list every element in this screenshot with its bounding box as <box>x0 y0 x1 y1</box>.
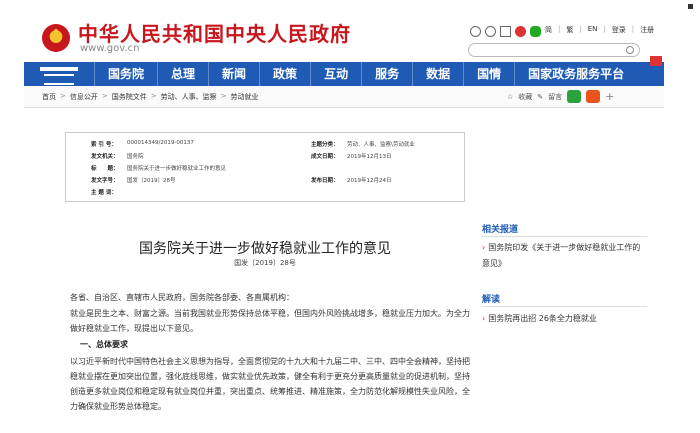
site-header: 中华人民共和国中央人民政府 www.gov.cn 简 | 繁 | EN | 登录… <box>0 0 700 62</box>
nav-item-interaction[interactable]: 互动 <box>310 62 361 86</box>
info-row-written-date: 成文日期： 2019年12月13日 <box>311 154 392 160</box>
wechat-icon[interactable] <box>530 26 541 37</box>
doc-number: 国发〔2019〕28号 <box>234 259 296 267</box>
lang-link-traditional[interactable]: 繁 <box>566 25 573 35</box>
main-nav: 国务院 总理 新闻 政策 互动 服务 数据 国情 国家政务服务平台 <box>24 62 664 86</box>
collect-button[interactable]: 收藏 <box>518 92 532 102</box>
related-report-item[interactable]: › 国务院印发《关于进一步做好稳就业工作的意见》 <box>482 240 647 272</box>
site-url: www.gov.cn <box>80 43 140 54</box>
breadcrumb-home[interactable]: 首页 <box>42 92 56 102</box>
star-icon[interactable]: ☆ <box>507 93 513 101</box>
weibo-icon[interactable] <box>515 26 526 37</box>
breadcrumb-documents[interactable]: 国务院文件 <box>112 92 147 102</box>
article-paragraph-1: 就业是民生之本、财富之源。当前我国就业形势保持总体平稳，但国内外风险挑战增多，稳… <box>70 309 470 333</box>
bullet-icon: › <box>482 314 486 323</box>
scroll-marker <box>688 4 693 9</box>
breadcrumb-info-public[interactable]: 信息公开 <box>70 92 98 102</box>
nav-item-service[interactable]: 服务 <box>361 62 412 86</box>
interpretation-item[interactable]: › 国务院再出招 26条全力稳就业 <box>482 311 647 327</box>
info-row-doc-number: 发文字号： 国发〔2019〕28号 <box>91 178 176 184</box>
share-weibo-icon[interactable] <box>586 90 601 103</box>
top-icon-group <box>470 26 541 37</box>
divider <box>482 236 647 237</box>
related-reports-title: 相关报道 <box>482 225 519 235</box>
register-link[interactable]: 注册 <box>640 25 654 35</box>
nav-item-data[interactable]: 数据 <box>412 62 463 86</box>
info-row-category: 主题分类： 劳动、人事、监察\劳动就业 <box>311 142 415 148</box>
comment-icon[interactable]: ✎ <box>537 93 543 101</box>
info-row-publish-date: 发布日期： 2019年12月24日 <box>311 178 392 184</box>
lang-links: 简 | 繁 | EN | 登录 | 注册 <box>545 25 655 35</box>
mobile-icon[interactable] <box>500 26 511 37</box>
lang-link-simplified[interactable]: 简 <box>545 25 552 35</box>
share-wechat-icon[interactable] <box>567 90 582 103</box>
divider <box>482 306 647 307</box>
nav-item-gov-service-platform[interactable]: 国家政务服务平台 <box>514 62 630 86</box>
nav-item-news[interactable]: 新闻 <box>208 62 259 86</box>
nav-item-state-council[interactable]: 国务院 <box>94 62 157 86</box>
breadcrumb: 首页 > 信息公开 > 国务院文件 > 劳动、人事、监察 > 劳动就业 <box>42 92 259 102</box>
breadcrumb-labor[interactable]: 劳动、人事、监察 <box>161 92 217 102</box>
info-row-issuer: 发文机关： 国务院 <box>91 154 144 160</box>
more-share-icon[interactable]: + <box>605 90 614 103</box>
help-icon[interactable] <box>485 26 496 37</box>
breadcrumb-employment[interactable]: 劳动就业 <box>231 92 259 102</box>
article-section-head: 一、总体要求 <box>80 340 128 349</box>
info-row-title: 标 题： 国务院关于进一步做好稳就业工作的意见 <box>91 166 227 172</box>
article-salutation: 各省、自治区、直辖市人民政府，国务院各部委、各直属机构： <box>70 293 294 302</box>
comment-button[interactable]: 留言 <box>548 92 562 102</box>
interpretation-title: 解读 <box>482 295 501 305</box>
nav-item-premier[interactable]: 总理 <box>157 62 208 86</box>
article-title: 国务院关于进一步做好稳就业工作的意见 <box>139 241 391 257</box>
nav-item-policy[interactable]: 政策 <box>259 62 310 86</box>
info-row-index: 索 引 号： 000014349/2019-00137 <box>91 140 194 148</box>
page-tools: ☆ 收藏 ✎ 留言 + <box>507 90 614 103</box>
accessibility-icon[interactable] <box>470 26 481 37</box>
national-emblem-icon <box>42 24 70 52</box>
info-row-keywords: 主 题 词： <box>91 190 117 196</box>
tiananmen-logo-icon[interactable] <box>24 62 94 86</box>
search-input[interactable] <box>468 43 640 57</box>
login-link[interactable]: 登录 <box>612 25 626 35</box>
nav-item-national-conditions[interactable]: 国情 <box>463 62 514 86</box>
article-paragraph-2: 以习近平新时代中国特色社会主义思想为指导，全面贯彻党的十九大和十九届二中、三中、… <box>70 357 470 411</box>
search-icon[interactable] <box>626 46 634 54</box>
document-info-table: 索 引 号： 000014349/2019-00137 发文机关： 国务院 标 题：… <box>65 132 465 202</box>
new-badge <box>650 56 662 66</box>
breadcrumb-bar: 首页 > 信息公开 > 国务院文件 > 劳动、人事、监察 > 劳动就业 ☆ 收藏 ✎ 留… <box>24 86 664 108</box>
lang-link-english[interactable]: EN <box>588 25 598 35</box>
bullet-icon: › <box>482 243 486 252</box>
